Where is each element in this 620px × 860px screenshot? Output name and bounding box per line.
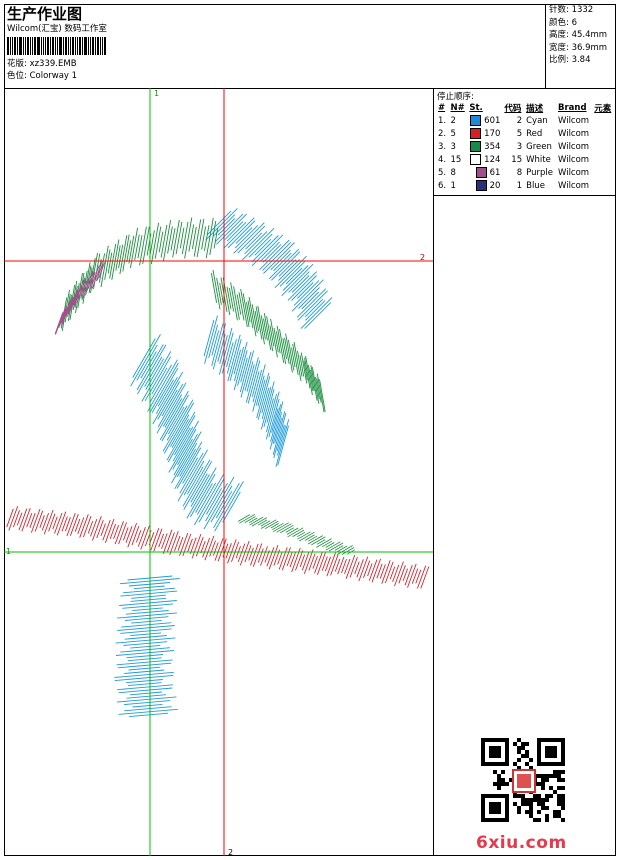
row-code: 5 (516, 128, 523, 139)
row-code: 8 (516, 167, 523, 178)
col-number: N# (450, 103, 465, 113)
row-stitches: 601 (484, 116, 501, 126)
row-stitches: 354 (484, 142, 501, 152)
row-element (592, 127, 614, 140)
col-description: 描述 (526, 104, 544, 114)
row-brand: Wilcom (557, 167, 590, 178)
row-stitches: 61 (489, 168, 501, 178)
stop-sequence-title: 停止顺序: (437, 92, 474, 102)
row-brand: Wilcom (557, 180, 590, 191)
row-element (592, 153, 614, 166)
row-element (592, 166, 614, 179)
row-brand: Wilcom (557, 141, 590, 152)
color-row[interactable]: 3. 3 354 3 Green Wilcom (436, 140, 614, 153)
col-element: 元素 (594, 104, 612, 114)
row-description: Purple (526, 167, 553, 178)
row-brand: Wilcom (557, 154, 590, 165)
color-swatch (475, 180, 487, 191)
row-index: 2. (438, 128, 447, 139)
row-index: 5. (438, 167, 447, 178)
stat-colors: 颜色: 6 (549, 17, 577, 28)
watermark-logo: 6xiu.com (476, 833, 567, 853)
row-description: Green (526, 141, 552, 152)
row-code: 15 (511, 154, 523, 165)
row-stitches: 124 (484, 155, 501, 165)
row-number: 1 (450, 180, 456, 191)
col-index: # (438, 103, 446, 113)
color-row[interactable]: 2. 5 170 5 Red Wilcom (436, 127, 614, 140)
color-swatch (475, 167, 487, 178)
company-name: Wilcom(汇宝) 数码工作室 (7, 24, 107, 34)
row-number: 3 (450, 141, 456, 152)
row-code: 3 (516, 141, 523, 152)
col-brand: Brand (557, 103, 587, 113)
row-brand: Wilcom (557, 128, 590, 139)
row-element (592, 114, 614, 127)
row-code: 2 (516, 115, 523, 126)
header: 生产作业图 Wilcom(汇宝) 数码工作室 花版: xz339.EMB 色位:… (4, 4, 616, 89)
barcode (7, 37, 542, 55)
color-row[interactable]: 1. 2 601 2 Cyan Wilcom (436, 114, 614, 127)
color-row[interactable]: 5. 8 61 8 Purple Wilcom (436, 166, 614, 179)
row-number: 8 (450, 167, 456, 178)
header-info: 生产作业图 Wilcom(汇宝) 数码工作室 花版: xz339.EMB 色位:… (7, 4, 542, 88)
color-swatch (470, 141, 482, 152)
colorway-label: 色位: Colorway 1 (7, 71, 78, 81)
row-description: Blue (526, 180, 545, 191)
stats-panel: 针数: 1332 颜色: 6 高度: 45.4mm 宽度: 36.9mm 比例:… (545, 4, 615, 88)
divider (434, 195, 616, 196)
stop-sequence-panel: 停止顺序: # N# St. 代码 描述 Brand 元素 1. 2 601 2 Cy… (434, 88, 616, 856)
color-row[interactable]: 4. 15 124 15 White Wilcom (436, 153, 614, 166)
guide-label-v1: 1 (154, 89, 159, 98)
row-number: 2 (450, 115, 456, 126)
embroidery-preview: 1 2 1 2 (4, 88, 433, 857)
color-swatch (470, 128, 482, 139)
color-table-header: # N# St. 代码 描述 Brand 元素 (436, 102, 614, 114)
stat-height: 高度: 45.4mm (549, 30, 608, 40)
row-stitches: 170 (484, 129, 501, 139)
color-swatch (470, 115, 482, 126)
col-code: 代码 (504, 104, 522, 114)
color-row[interactable]: 6. 1 20 1 Blue Wilcom (436, 179, 614, 192)
row-brand: Wilcom (557, 115, 590, 126)
row-index: 6. (438, 180, 447, 191)
stat-stitches: 针数: 1332 (549, 5, 594, 15)
stat-scale: 比例: 3.84 (549, 55, 591, 65)
guide-label-h2: 2 (420, 253, 425, 262)
row-code: 1 (516, 180, 523, 191)
row-description: Red (526, 128, 543, 139)
row-element (592, 179, 614, 192)
row-index: 4. (438, 154, 447, 165)
stat-width: 宽度: 36.9mm (549, 42, 608, 53)
row-index: 3. (438, 141, 447, 152)
row-description: Cyan (526, 115, 548, 126)
row-element (592, 140, 614, 153)
row-description: White (526, 154, 551, 165)
row-number: 5 (450, 128, 456, 139)
qr-code (481, 738, 565, 822)
design-file-label: 花版: xz339.EMB (7, 59, 77, 69)
guide-label-h1: 1 (6, 547, 11, 556)
page-title: 生产作业图 (7, 5, 83, 23)
row-number: 15 (450, 154, 462, 165)
row-stitches: 20 (489, 181, 501, 191)
col-stitches: St. (469, 103, 483, 113)
guide-label-v2: 2 (228, 848, 233, 856)
row-index: 1. (438, 115, 447, 126)
color-swatch (470, 154, 482, 165)
design-canvas[interactable]: 1 2 1 2 (4, 88, 434, 857)
color-table: # N# St. 代码 描述 Brand 元素 1. 2 601 2 Cyan Wilc… (436, 102, 614, 192)
